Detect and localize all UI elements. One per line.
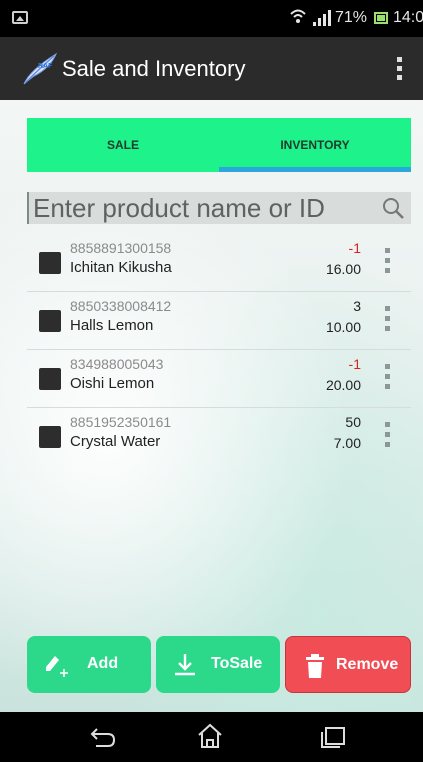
tab-bar: SALE INVENTORY bbox=[27, 118, 411, 172]
item-checkbox[interactable] bbox=[39, 368, 61, 390]
remove-button-label: Remove bbox=[336, 656, 399, 673]
item-menu-icon[interactable] bbox=[385, 248, 391, 274]
tab-inventory[interactable]: INVENTORY bbox=[219, 118, 411, 172]
search-icon[interactable] bbox=[381, 196, 405, 220]
home-icon[interactable] bbox=[196, 722, 224, 750]
item-quantity: 50 bbox=[345, 414, 361, 430]
item-quantity: -1 bbox=[348, 240, 361, 256]
item-price: 20.00 bbox=[325, 377, 361, 393]
list-item[interactable]: 8851952350161 Crystal Water 50 7.00 bbox=[27, 408, 411, 465]
svg-text:RAF: RAF bbox=[38, 63, 53, 70]
add-button[interactable]: Add bbox=[27, 636, 151, 693]
action-bar: RAF Sale and Inventory bbox=[0, 37, 423, 100]
tab-sale[interactable]: SALE bbox=[27, 118, 219, 172]
clock: 14:03 bbox=[393, 9, 423, 26]
system-nav-bar bbox=[0, 712, 423, 762]
battery-icon bbox=[374, 12, 388, 24]
list-item[interactable]: 834988005043 Oishi Lemon -1 20.00 bbox=[27, 350, 411, 408]
item-name: Crystal Water bbox=[70, 433, 161, 450]
trash-icon bbox=[302, 653, 328, 679]
add-button-label: Add bbox=[87, 655, 119, 672]
back-icon[interactable] bbox=[88, 725, 118, 749]
item-checkbox[interactable] bbox=[39, 252, 61, 274]
list-item[interactable]: 8858891300158 Ichitan Kikusha -1 16.00 bbox=[27, 234, 411, 292]
item-code: 8850338008412 bbox=[70, 298, 172, 314]
pencil-add-icon bbox=[43, 652, 69, 678]
product-list: 8858891300158 Ichitan Kikusha -1 16.00 8… bbox=[27, 234, 411, 465]
item-checkbox[interactable] bbox=[39, 310, 61, 332]
search-bar bbox=[27, 192, 411, 224]
item-code: 8851952350161 bbox=[70, 414, 172, 430]
remove-button[interactable]: Remove bbox=[285, 636, 411, 693]
item-menu-icon[interactable] bbox=[385, 364, 391, 390]
item-menu-icon[interactable] bbox=[385, 306, 391, 332]
signal-icon bbox=[313, 10, 331, 26]
item-code: 8858891300158 bbox=[70, 240, 172, 256]
item-price: 16.00 bbox=[325, 261, 361, 277]
item-quantity: -1 bbox=[348, 356, 361, 372]
tab-selected-indicator bbox=[219, 167, 411, 172]
app-title: Sale and Inventory bbox=[62, 56, 246, 81]
tosale-button[interactable]: ToSale bbox=[156, 636, 280, 693]
battery-percent: 71% bbox=[335, 9, 368, 26]
recent-apps-icon[interactable] bbox=[320, 726, 346, 748]
item-price: 7.00 bbox=[333, 435, 361, 451]
item-name: Oishi Lemon bbox=[70, 375, 155, 392]
item-code: 834988005043 bbox=[70, 356, 164, 372]
item-quantity: 3 bbox=[353, 298, 361, 314]
item-price: 10.00 bbox=[325, 319, 361, 335]
wifi-icon bbox=[290, 8, 306, 29]
item-menu-icon[interactable] bbox=[385, 422, 391, 448]
item-name: Ichitan Kikusha bbox=[70, 259, 172, 276]
feather-logo-icon: RAF bbox=[20, 52, 60, 86]
item-checkbox[interactable] bbox=[39, 426, 61, 448]
gallery-icon bbox=[12, 11, 28, 24]
list-item[interactable]: 8850338008412 Halls Lemon 3 10.00 bbox=[27, 292, 411, 350]
main-content: SALE INVENTORY 8858891300158 Ichitan Kik… bbox=[0, 100, 423, 712]
status-bar: 71% 14:03 bbox=[0, 0, 423, 37]
download-icon bbox=[172, 652, 198, 678]
tosale-button-label: ToSale bbox=[211, 655, 263, 672]
overflow-menu-icon[interactable] bbox=[389, 57, 409, 81]
item-name: Halls Lemon bbox=[70, 317, 154, 334]
search-input[interactable] bbox=[33, 192, 363, 224]
